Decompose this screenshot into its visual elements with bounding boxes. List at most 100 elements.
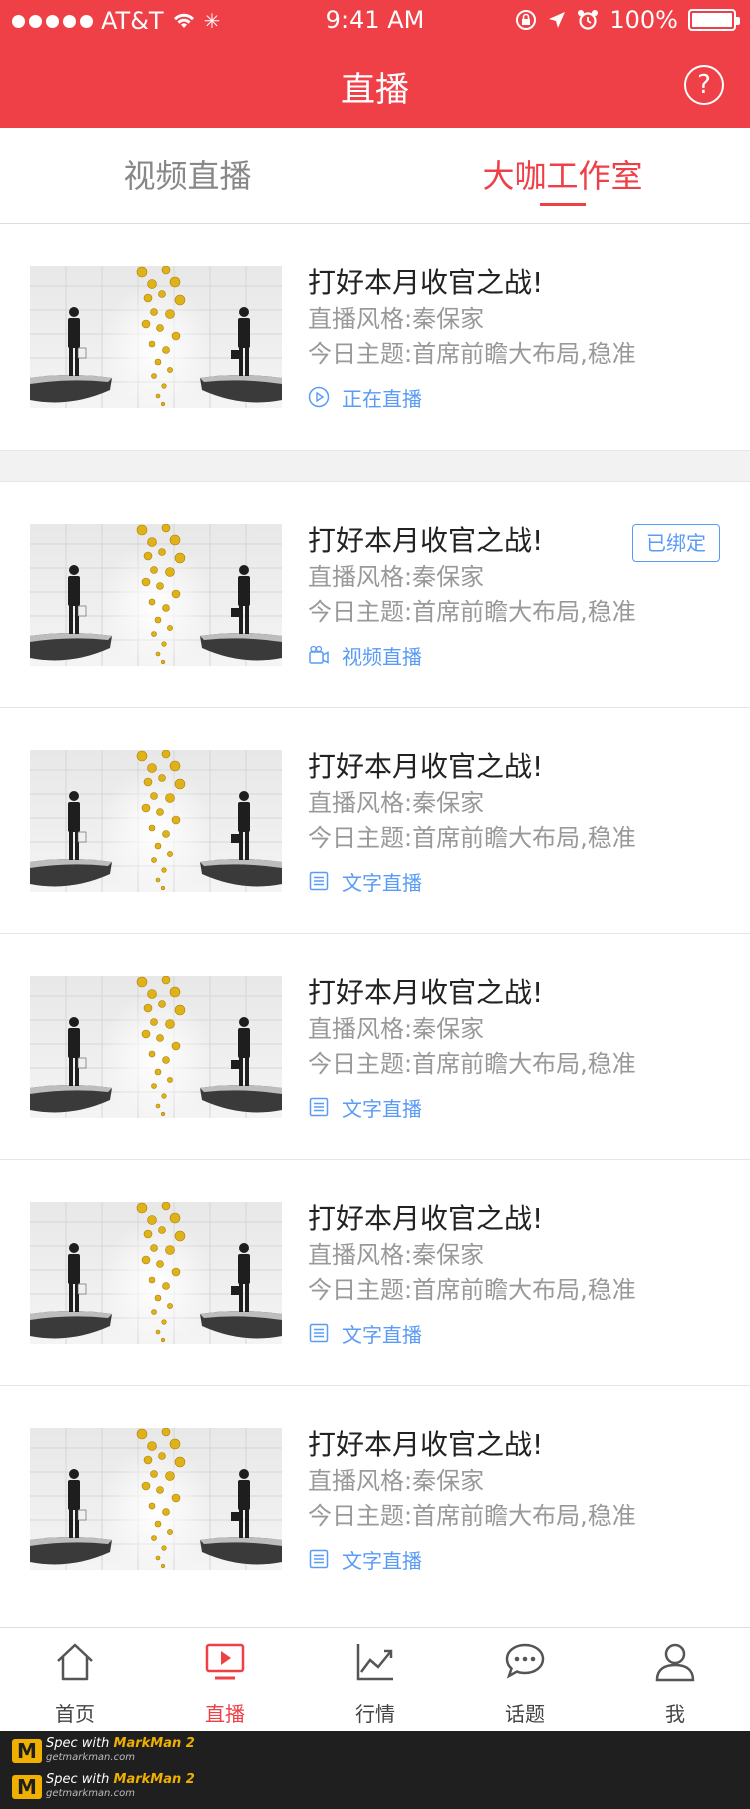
item-info: 打好本月收官之战! 直播风格:秦保家 今日主题:首席前瞻大布局,稳准 正在直播 — [308, 264, 730, 412]
item-style: 直播风格:秦保家 — [308, 1467, 485, 1495]
status-label: 文字直播 — [342, 870, 422, 895]
video-camera-icon — [308, 644, 330, 666]
bound-button[interactable]: 已绑定 — [632, 524, 720, 562]
bottom-tab-bar: 首页 直播 行情 话题 我 — [0, 1627, 750, 1731]
thumbnail-image — [30, 976, 282, 1118]
item-info: 打好本月收官之战! 直播风格:秦保家 今日主题:首席前瞻大布局,稳准 文字直播 — [308, 1426, 730, 1574]
product-text: MarkMan 2 — [113, 1736, 195, 1751]
item-title: 打好本月收官之战! — [308, 266, 544, 299]
item-title: 打好本月收官之战! — [308, 1202, 544, 1235]
item-style: 直播风格:秦保家 — [308, 789, 485, 817]
markman-badge: M Spec with MarkMan 2 getmarkman.com — [12, 1737, 195, 1765]
item-status[interactable]: 文字直播 — [308, 1544, 730, 1574]
tab-bar: 视频直播 大咖工作室 — [0, 128, 750, 224]
markman-logo-icon: M — [12, 1739, 42, 1763]
markman-footer: M Spec with MarkMan 2 getmarkman.com M S… — [0, 1731, 750, 1809]
tabbar-label: 我 — [665, 1702, 685, 1726]
tabbar-label: 直播 — [205, 1702, 245, 1726]
item-title: 打好本月收官之战! — [308, 750, 544, 783]
item-style: 直播风格:秦保家 — [308, 1241, 485, 1269]
live-icon — [205, 1643, 245, 1680]
item-style: 直播风格:秦保家 — [308, 1015, 485, 1043]
nav-bar: 直播 ? — [0, 40, 750, 128]
home-icon — [57, 1643, 93, 1681]
list-item[interactable]: 打好本月收官之战! 直播风格:秦保家 今日主题:首席前瞻大布局,稳准 文字直播 — [0, 708, 750, 934]
tab-active-indicator — [540, 203, 586, 206]
item-topic: 今日主题:首席前瞻大布局,稳准 — [308, 598, 636, 626]
item-info: 打好本月收官之战! 直播风格:秦保家 今日主题:首席前瞻大布局,稳准 文字直播 — [308, 748, 730, 896]
thumbnail-image — [30, 1202, 282, 1344]
battery-icon — [688, 9, 740, 31]
alarm-icon — [578, 10, 599, 30]
list-item[interactable]: 打好本月收官之战! 直播风格:秦保家 今日主题:首席前瞻大布局,稳准 正在直播 — [0, 224, 750, 450]
tabbar-label: 行情 — [355, 1702, 395, 1726]
document-icon — [308, 1322, 330, 1344]
help-icon[interactable]: ? — [684, 65, 724, 105]
live-list: 打好本月收官之战! 直播风格:秦保家 今日主题:首席前瞻大布局,稳准 正在直播 — [0, 224, 750, 1612]
markman-text: Spec with MarkMan 2 getmarkman.com — [46, 1737, 195, 1765]
chart-icon — [356, 1644, 393, 1681]
item-title: 打好本月收官之战! — [308, 1428, 544, 1461]
item-status[interactable]: 文字直播 — [308, 1092, 730, 1122]
list-item[interactable]: 打好本月收官之战! 直播风格:秦保家 今日主题:首席前瞻大布局,稳准 文字直播 — [0, 1386, 750, 1612]
status-label: 文字直播 — [342, 1096, 422, 1121]
status-right: 100% — [515, 6, 740, 34]
document-icon — [308, 1096, 330, 1118]
item-info: 打好本月收官之战! 直播风格:秦保家 今日主题:首席前瞻大布局,稳准 文字直播 — [308, 1200, 730, 1348]
list-item[interactable]: 打好本月收官之战! 直播风格:秦保家 今日主题:首席前瞻大布局,稳准 文字直播 — [0, 1160, 750, 1386]
status-label: 文字直播 — [342, 1548, 422, 1573]
thumbnail-image — [30, 1428, 282, 1570]
markman-text: Spec with MarkMan 2 getmarkman.com — [46, 1773, 195, 1801]
battery-percent: 100% — [609, 6, 678, 34]
status-label: 视频直播 — [342, 644, 422, 669]
tabbar-home[interactable]: 首页 — [0, 1628, 150, 1732]
list-item[interactable]: 打好本月收官之战! 直播风格:秦保家 今日主题:首席前瞻大布局,稳准 视频直播 … — [0, 482, 750, 708]
status-bar: AT&T ✳ 9:41 AM 100% — [0, 0, 750, 40]
product-text: MarkMan 2 — [113, 1772, 195, 1787]
item-topic: 今日主题:首席前瞻大布局,稳准 — [308, 1276, 636, 1304]
tabbar-label: 首页 — [55, 1702, 95, 1726]
markman-logo-icon: M — [12, 1775, 42, 1799]
tabbar-topics[interactable]: 话题 — [450, 1628, 600, 1732]
rotation-lock-icon — [516, 10, 537, 30]
site-text: getmarkman.com — [46, 1752, 135, 1763]
item-topic: 今日主题:首席前瞻大布局,稳准 — [308, 1502, 636, 1530]
tabbar-me[interactable]: 我 — [600, 1628, 750, 1732]
site-text: getmarkman.com — [46, 1788, 135, 1799]
brand-text: Spec with — [46, 1736, 110, 1751]
section-gap — [0, 450, 750, 482]
status-label: 文字直播 — [342, 1322, 422, 1347]
item-style: 直播风格:秦保家 — [308, 563, 485, 591]
tab-label: 大咖工作室 — [482, 157, 643, 195]
play-circle-icon — [308, 386, 330, 408]
item-title: 打好本月收官之战! — [308, 976, 544, 1009]
item-status[interactable]: 视频直播 — [308, 640, 730, 670]
tabbar-market[interactable]: 行情 — [300, 1628, 450, 1732]
status-label: 正在直播 — [342, 386, 422, 411]
thumbnail-image — [30, 524, 282, 666]
location-arrow-icon — [549, 12, 566, 28]
user-icon — [655, 1643, 695, 1682]
thumbnail-image — [30, 266, 282, 408]
item-style: 直播风格:秦保家 — [308, 305, 485, 333]
item-status[interactable]: 文字直播 — [308, 1318, 730, 1348]
item-status[interactable]: 文字直播 — [308, 866, 730, 896]
item-status[interactable]: 正在直播 — [308, 382, 730, 412]
document-icon — [308, 1548, 330, 1570]
tabbar-live[interactable]: 直播 — [150, 1628, 300, 1732]
item-topic: 今日主题:首席前瞻大布局,稳准 — [308, 824, 636, 852]
thumbnail-image — [30, 750, 282, 892]
item-info: 打好本月收官之战! 直播风格:秦保家 今日主题:首席前瞻大布局,稳准 文字直播 — [308, 974, 730, 1122]
item-topic: 今日主题:首席前瞻大布局,稳准 — [308, 1050, 636, 1078]
page-title: 直播 — [341, 70, 409, 110]
list-item[interactable]: 打好本月收官之战! 直播风格:秦保家 今日主题:首席前瞻大布局,稳准 文字直播 — [0, 934, 750, 1160]
document-icon — [308, 870, 330, 892]
tab-expert-studio[interactable]: 大咖工作室 — [375, 128, 750, 224]
tab-label: 视频直播 — [123, 157, 252, 195]
tab-video-live[interactable]: 视频直播 — [0, 128, 375, 224]
item-topic: 今日主题:首席前瞻大布局,稳准 — [308, 340, 636, 368]
chat-icon — [505, 1643, 545, 1679]
tabbar-label: 话题 — [505, 1702, 545, 1726]
brand-text: Spec with — [46, 1772, 110, 1787]
markman-badge: M Spec with MarkMan 2 getmarkman.com — [12, 1773, 195, 1801]
